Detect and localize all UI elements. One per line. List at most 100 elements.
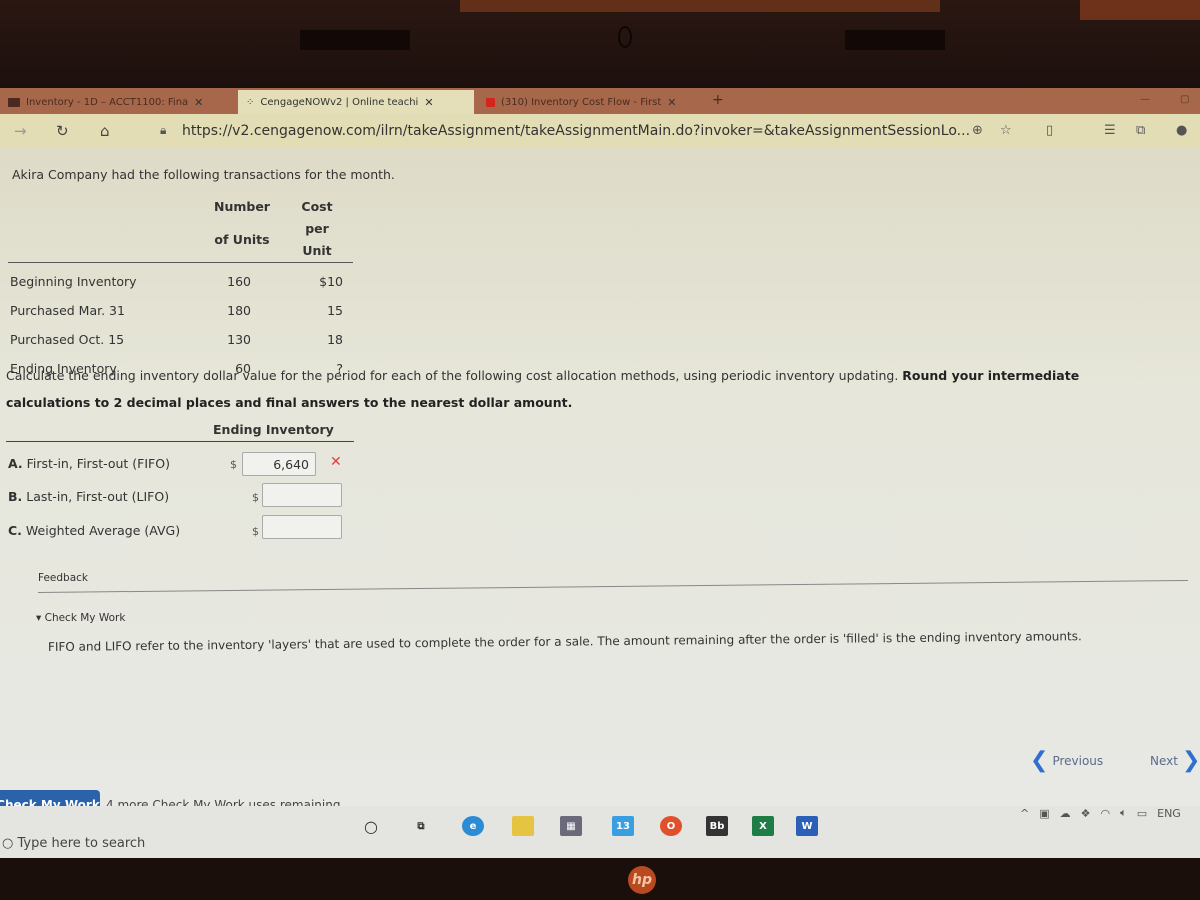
meet-now-icon[interactable]: ▣ (1039, 807, 1049, 820)
dropbox-icon[interactable]: ❖ (1081, 807, 1091, 820)
tab-cengagenow[interactable]: ⁘ CengageNOWv2 | Online teachi ✕ (238, 90, 474, 114)
divider (6, 441, 354, 442)
background-glare (1080, 0, 1200, 20)
tab-label: Inventory - 1D – ACCT1100: Fina (26, 96, 189, 108)
cortana-icon[interactable]: ○ (360, 816, 382, 836)
incorrect-icon: ✕ (330, 454, 342, 470)
feedback-label: Feedback (38, 572, 89, 584)
url-field[interactable]: https://v2.cengagenow.com/ilrn/takeAssig… (182, 123, 970, 139)
task-view-icon[interactable]: ⧉ (410, 816, 432, 836)
blackboard-app-icon[interactable]: Bb (706, 816, 728, 836)
edge-icon[interactable]: e (462, 816, 484, 836)
hp-logo: hp (628, 866, 656, 894)
excel-icon[interactable]: X (752, 816, 774, 836)
cost-header: per Unit (302, 221, 332, 258)
chevron-up-icon[interactable]: ^ (1020, 807, 1029, 820)
refresh-icon[interactable]: ↻ (56, 122, 69, 140)
row-cost: 18 (327, 331, 343, 347)
webcam (618, 26, 632, 48)
chevron-right-icon: ❯ (1181, 748, 1200, 773)
laptop-bezel-bottom (0, 858, 1200, 900)
search-icon: ○ (2, 836, 14, 851)
method-label: Weighted Average (AVG) (25, 523, 181, 538)
lock-icon[interactable]: 🔒︎ (160, 123, 166, 138)
row-label: Purchased Oct. 15 (10, 331, 125, 347)
collections-icon[interactable]: ⧉ (1136, 123, 1145, 138)
check-my-work-toggle[interactable]: ▾ Check My Work (36, 612, 125, 624)
close-tab-icon[interactable]: ✕ (424, 96, 433, 109)
mail-icon[interactable]: 13 (612, 816, 634, 836)
wifi-icon[interactable]: ◠ (1101, 807, 1111, 820)
minimize-button[interactable]: — (1140, 94, 1150, 105)
tab-label: CengageNOWv2 | Online teachi (260, 96, 419, 108)
row-units: 160 (227, 273, 251, 289)
problem-intro: Akira Company had the following transact… (12, 167, 395, 182)
close-tab-icon[interactable]: ✕ (667, 96, 676, 109)
instructions-text: Calculate the ending inventory dollar va… (6, 368, 899, 383)
next-button[interactable]: Next ❯ (1150, 748, 1200, 773)
windows-taskbar: ○ Type here to search ○ ⧉ e ▦ 13 O Bb X … (0, 806, 1200, 858)
method-label: Last-in, First-out (LIFO) (26, 489, 170, 504)
battery-icon[interactable]: ▭ (1137, 807, 1147, 820)
answer-row-avg: C. Weighted Average (AVG) (8, 523, 181, 538)
lifo-answer-input[interactable] (262, 483, 342, 507)
row-cost: $10 (319, 273, 343, 289)
currency-symbol: $ (252, 525, 259, 538)
laptop-bezel-top (0, 0, 1200, 88)
close-tab-icon[interactable]: ✕ (194, 96, 203, 109)
divider (37, 579, 1188, 593)
add-favorite-icon[interactable]: ☆ (1000, 123, 1012, 138)
taskbar-search[interactable]: ○ Type here to search (2, 836, 145, 851)
table-row: Beginning Inventory 160 $10 (8, 267, 353, 296)
extension-icon[interactable]: ▯ (1046, 123, 1053, 138)
currency-symbol: $ (230, 458, 237, 471)
word-icon[interactable]: W (796, 816, 818, 836)
ending-inventory-heading: Ending Inventory (213, 422, 334, 437)
instructions: Calculate the ending inventory dollar va… (6, 362, 1156, 416)
blackboard-icon (8, 97, 20, 107)
maximize-button[interactable]: ▢ (1180, 94, 1189, 105)
volume-icon[interactable]: 🔈︎ (1120, 806, 1127, 820)
units-header: of Units (214, 232, 270, 247)
bezel-slot (845, 30, 945, 50)
previous-button[interactable]: ❮ Previous (1030, 748, 1103, 773)
transactions-table: Number Cost of Units per Unit Beginning … (8, 196, 353, 383)
answer-row-lifo: B. Last-in, First-out (LIFO) (8, 489, 170, 504)
forward-icon[interactable]: → (14, 122, 27, 140)
laptop-screen: Inventory - 1D – ACCT1100: Fina ✕ ⁘ Ceng… (0, 88, 1200, 858)
system-tray: ^ ▣ ☁ ❖ ◠ 🔈︎ ▭ ENG (1020, 806, 1181, 820)
cost-header: Cost (301, 199, 333, 214)
chevron-left-icon: ❮ (1030, 748, 1049, 773)
onedrive-icon[interactable]: ☁ (1060, 807, 1071, 820)
tab-inventory[interactable]: Inventory - 1D – ACCT1100: Fina ✕ (0, 90, 236, 114)
office-icon[interactable]: O (660, 816, 682, 836)
method-label: First-in, First-out (FIFO) (26, 456, 170, 471)
fifo-answer-input[interactable] (242, 452, 316, 476)
zoom-icon[interactable]: ⊕ (972, 123, 983, 138)
youtube-icon (486, 97, 495, 107)
address-bar-row: → ↻ ⌂ 🔒︎ https://v2.cengagenow.com/ilrn/… (0, 114, 1200, 148)
currency-symbol: $ (252, 491, 259, 504)
store-icon[interactable]: ▦ (560, 816, 582, 836)
file-explorer-icon[interactable] (512, 816, 534, 836)
row-label: Purchased Mar. 31 (10, 302, 125, 318)
table-row: Purchased Mar. 31 180 15 (8, 296, 353, 325)
row-cost: 15 (327, 302, 343, 318)
avg-answer-input[interactable] (262, 515, 342, 539)
tab-youtube-video[interactable]: (310) Inventory Cost Flow - First ✕ (478, 90, 708, 114)
row-units: 180 (227, 302, 251, 318)
language-indicator[interactable]: ENG (1157, 807, 1181, 820)
home-icon[interactable]: ⌂ (100, 122, 110, 140)
bezel-slot (300, 30, 410, 50)
loading-spinner-icon: ⁘ (246, 96, 255, 108)
row-units: 130 (227, 331, 251, 347)
answer-row-fifo: A. First-in, First-out (FIFO) (8, 456, 170, 471)
feedback-text: FIFO and LIFO refer to the inventory 'la… (47, 629, 1082, 654)
tab-label: (310) Inventory Cost Flow - First (501, 96, 662, 108)
background-glare (460, 0, 940, 12)
row-label: Beginning Inventory (10, 273, 137, 289)
profile-icon[interactable]: ● (1176, 123, 1187, 138)
favorites-icon[interactable]: ☰ (1104, 123, 1116, 138)
new-tab-button[interactable]: + (712, 92, 724, 108)
table-row: Purchased Oct. 15 130 18 (8, 325, 353, 354)
